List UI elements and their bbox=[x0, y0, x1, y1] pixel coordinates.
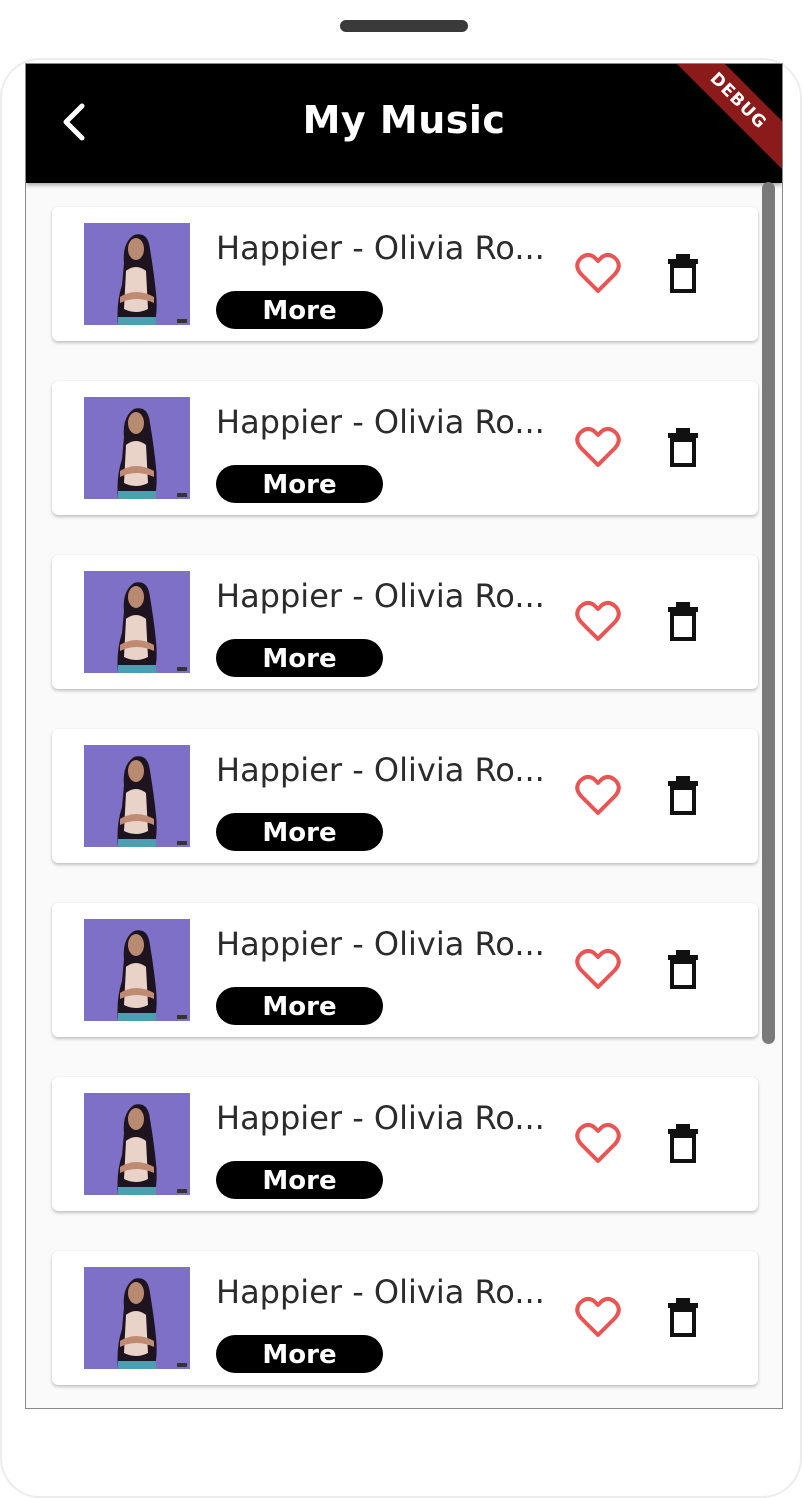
song-card[interactable]: Happier - Olivia Ro... More bbox=[52, 555, 758, 689]
song-card[interactable]: Happier - Olivia Ro... More bbox=[52, 903, 758, 1037]
song-title: Happier - Olivia Ro... bbox=[216, 1273, 545, 1311]
scrollbar-thumb[interactable] bbox=[762, 182, 775, 1044]
more-button[interactable]: More bbox=[216, 813, 383, 851]
more-button[interactable]: More bbox=[216, 291, 383, 329]
heart-icon[interactable] bbox=[574, 1121, 622, 1165]
album-art-image bbox=[84, 1093, 190, 1195]
album-art-image bbox=[84, 223, 190, 325]
heart-icon[interactable] bbox=[574, 1295, 622, 1339]
song-card[interactable]: Happier - Olivia Ro... More bbox=[52, 381, 758, 515]
album-art-image bbox=[84, 745, 190, 847]
app-bar: My Music DEBUG bbox=[26, 64, 782, 183]
heart-icon[interactable] bbox=[574, 251, 622, 295]
heart-icon[interactable] bbox=[574, 599, 622, 643]
more-button[interactable]: More bbox=[216, 1161, 383, 1199]
song-title: Happier - Olivia Ro... bbox=[216, 925, 545, 963]
app-screen: My Music DEBUG Happier - Olivia Ro... Mor… bbox=[25, 63, 783, 1409]
more-button[interactable]: More bbox=[216, 639, 383, 677]
device-mockup: My Music DEBUG Happier - Olivia Ro... Mor… bbox=[0, 0, 804, 1498]
page-title: My Music bbox=[302, 98, 506, 142]
heart-icon[interactable] bbox=[574, 947, 622, 991]
song-title: Happier - Olivia Ro... bbox=[216, 1099, 545, 1137]
more-button[interactable]: More bbox=[216, 987, 383, 1025]
song-title: Happier - Olivia Ro... bbox=[216, 229, 545, 267]
song-title: Happier - Olivia Ro... bbox=[216, 403, 545, 441]
album-art-image bbox=[84, 397, 190, 499]
album-art-image bbox=[84, 919, 190, 1021]
song-card[interactable]: Happier - Olivia Ro... More bbox=[52, 1077, 758, 1211]
more-button[interactable]: More bbox=[216, 1335, 383, 1373]
song-card[interactable]: Happier - Olivia Ro... More bbox=[52, 207, 758, 341]
trash-icon[interactable] bbox=[666, 1297, 700, 1337]
song-card[interactable]: Happier - Olivia Ro... More bbox=[52, 1251, 758, 1385]
heart-icon[interactable] bbox=[574, 773, 622, 817]
device-speaker bbox=[340, 20, 468, 32]
heart-icon[interactable] bbox=[574, 425, 622, 469]
song-card[interactable]: Happier - Olivia Ro... More bbox=[52, 729, 758, 863]
trash-icon[interactable] bbox=[666, 601, 700, 641]
song-title: Happier - Olivia Ro... bbox=[216, 577, 545, 615]
album-art-image bbox=[84, 571, 190, 673]
trash-icon[interactable] bbox=[666, 1123, 700, 1163]
trash-icon[interactable] bbox=[666, 427, 700, 467]
trash-icon[interactable] bbox=[666, 775, 700, 815]
song-title: Happier - Olivia Ro... bbox=[216, 751, 545, 789]
trash-icon[interactable] bbox=[666, 253, 700, 293]
song-list: Happier - Olivia Ro... More Happier - Oliv… bbox=[26, 183, 782, 1408]
more-button[interactable]: More bbox=[216, 465, 383, 503]
trash-icon[interactable] bbox=[666, 949, 700, 989]
album-art-image bbox=[84, 1267, 190, 1369]
